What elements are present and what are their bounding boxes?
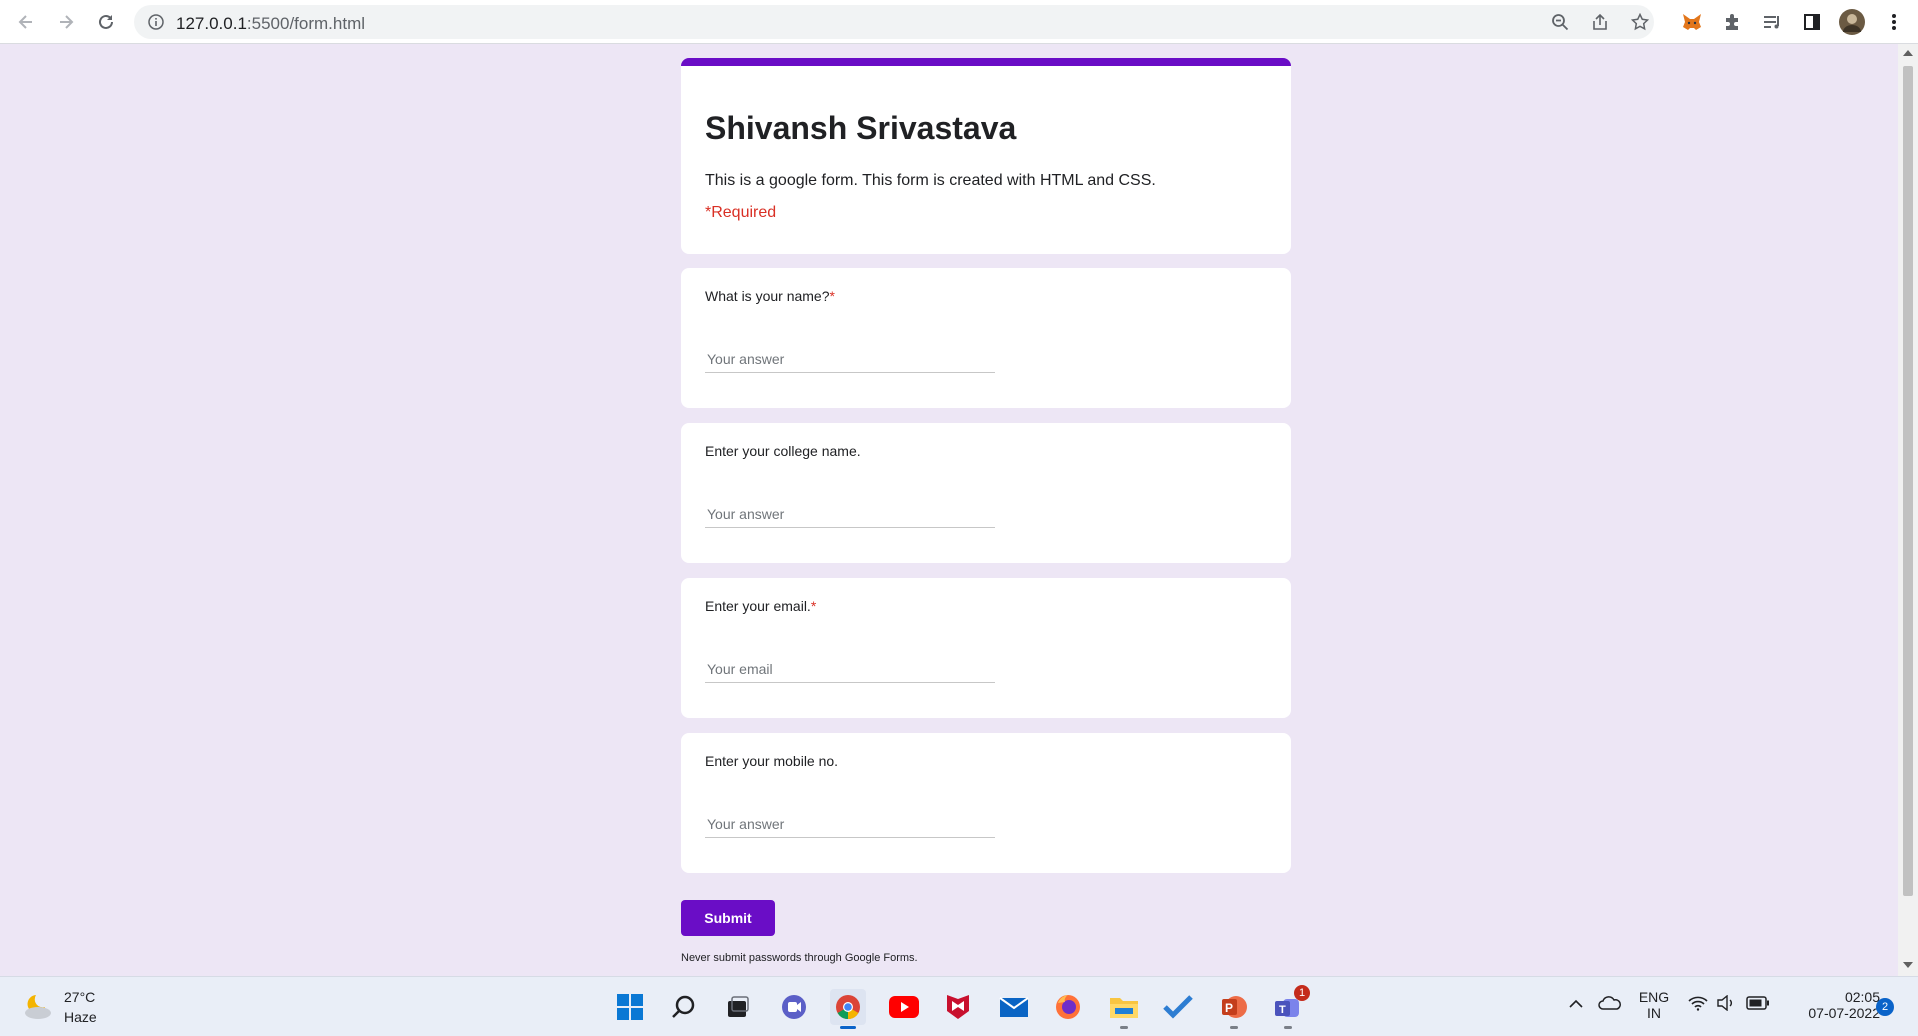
teams-notification-badge: 1 bbox=[1294, 985, 1310, 1001]
reload-icon[interactable] bbox=[92, 8, 120, 36]
weather-condition[interactable]: Haze bbox=[64, 1009, 97, 1025]
powerpoint-icon[interactable]: P bbox=[1216, 989, 1252, 1029]
question-label: Enter your email.* bbox=[705, 598, 817, 614]
mail-icon[interactable] bbox=[996, 989, 1032, 1025]
menu-kebab-icon[interactable] bbox=[1880, 8, 1908, 36]
todo-icon[interactable] bbox=[1160, 989, 1196, 1025]
required-star: * bbox=[829, 288, 835, 304]
onedrive-icon[interactable] bbox=[1598, 995, 1622, 1016]
chat-icon[interactable] bbox=[776, 989, 812, 1025]
url-text[interactable]: 127.0.0.1:5500/form.html bbox=[176, 14, 365, 34]
name-input[interactable] bbox=[705, 346, 995, 373]
svg-text:P: P bbox=[1225, 1001, 1233, 1015]
weather-temperature[interactable]: 27°C bbox=[64, 989, 95, 1005]
profile-avatar[interactable] bbox=[1838, 8, 1866, 36]
required-note: *Required bbox=[705, 204, 777, 221]
extensions-puzzle-icon[interactable] bbox=[1718, 8, 1746, 36]
share-icon[interactable] bbox=[1588, 10, 1612, 34]
email-input[interactable] bbox=[705, 656, 995, 683]
scrollbar-thumb[interactable] bbox=[1903, 66, 1913, 896]
volume-icon[interactable] bbox=[1716, 994, 1736, 1016]
question-label: What is your name?* bbox=[705, 288, 835, 304]
question-card-college: Enter your college name. bbox=[681, 423, 1291, 563]
language-indicator[interactable]: ENG IN bbox=[1636, 989, 1672, 1021]
page-scrollbar[interactable] bbox=[1898, 44, 1918, 976]
youtube-icon[interactable] bbox=[886, 989, 922, 1025]
firefox-icon[interactable] bbox=[1050, 989, 1086, 1025]
notification-center-badge[interactable]: 2 bbox=[1876, 998, 1894, 1016]
search-icon[interactable] bbox=[666, 989, 702, 1025]
college-input[interactable] bbox=[705, 501, 995, 528]
form-description: This is a google form. This form is crea… bbox=[705, 172, 1156, 189]
required-star: * bbox=[810, 598, 817, 614]
svg-text:T: T bbox=[1279, 1004, 1286, 1016]
chrome-icon[interactable] bbox=[830, 989, 866, 1029]
password-warning: Never submit passwords through Google Fo… bbox=[681, 952, 918, 964]
reading-list-icon[interactable] bbox=[1758, 8, 1786, 36]
show-hidden-icons-chevron-icon[interactable] bbox=[1568, 997, 1584, 1015]
teams-icon[interactable]: T 1 bbox=[1270, 985, 1310, 1029]
clock[interactable]: 02:05 07-07-2022 bbox=[1784, 989, 1880, 1021]
question-card-email: Enter your email.* bbox=[681, 578, 1291, 718]
mcafee-icon[interactable] bbox=[940, 989, 976, 1025]
zoom-icon[interactable] bbox=[1548, 10, 1572, 34]
form-header-card: Shivansh Srivastava This is a google for… bbox=[681, 58, 1291, 254]
mobile-input[interactable] bbox=[705, 811, 995, 838]
file-explorer-icon[interactable] bbox=[1106, 989, 1142, 1029]
address-bar[interactable]: 127.0.0.1:5500/form.html bbox=[134, 5, 1654, 39]
task-view-icon[interactable] bbox=[720, 989, 756, 1025]
form-title: Shivansh Srivastava bbox=[705, 110, 1017, 146]
forward-icon[interactable] bbox=[52, 8, 80, 36]
back-icon[interactable] bbox=[12, 8, 40, 36]
question-label: Enter your college name. bbox=[705, 443, 861, 459]
question-card-mobile: Enter your mobile no. bbox=[681, 733, 1291, 873]
site-info-icon[interactable] bbox=[144, 10, 168, 34]
question-card-name: What is your name?* bbox=[681, 268, 1291, 408]
submit-button[interactable]: Submit bbox=[681, 900, 775, 936]
bookmark-star-icon[interactable] bbox=[1628, 10, 1652, 34]
windows-taskbar: 27°C Haze P T 1 ENG IN 02:05 07-07-2022 … bbox=[0, 976, 1918, 1036]
question-label: Enter your mobile no. bbox=[705, 753, 839, 769]
weather-icon[interactable] bbox=[20, 991, 54, 1026]
metamask-icon[interactable] bbox=[1678, 8, 1706, 36]
start-icon[interactable] bbox=[612, 989, 648, 1025]
scroll-up-arrow[interactable] bbox=[1903, 50, 1913, 56]
battery-icon[interactable] bbox=[1746, 996, 1770, 1015]
scroll-down-arrow[interactable] bbox=[1903, 962, 1913, 968]
browser-toolbar: 127.0.0.1:5500/form.html bbox=[0, 0, 1918, 44]
side-panel-icon[interactable] bbox=[1798, 8, 1826, 36]
wifi-icon[interactable] bbox=[1688, 995, 1708, 1016]
